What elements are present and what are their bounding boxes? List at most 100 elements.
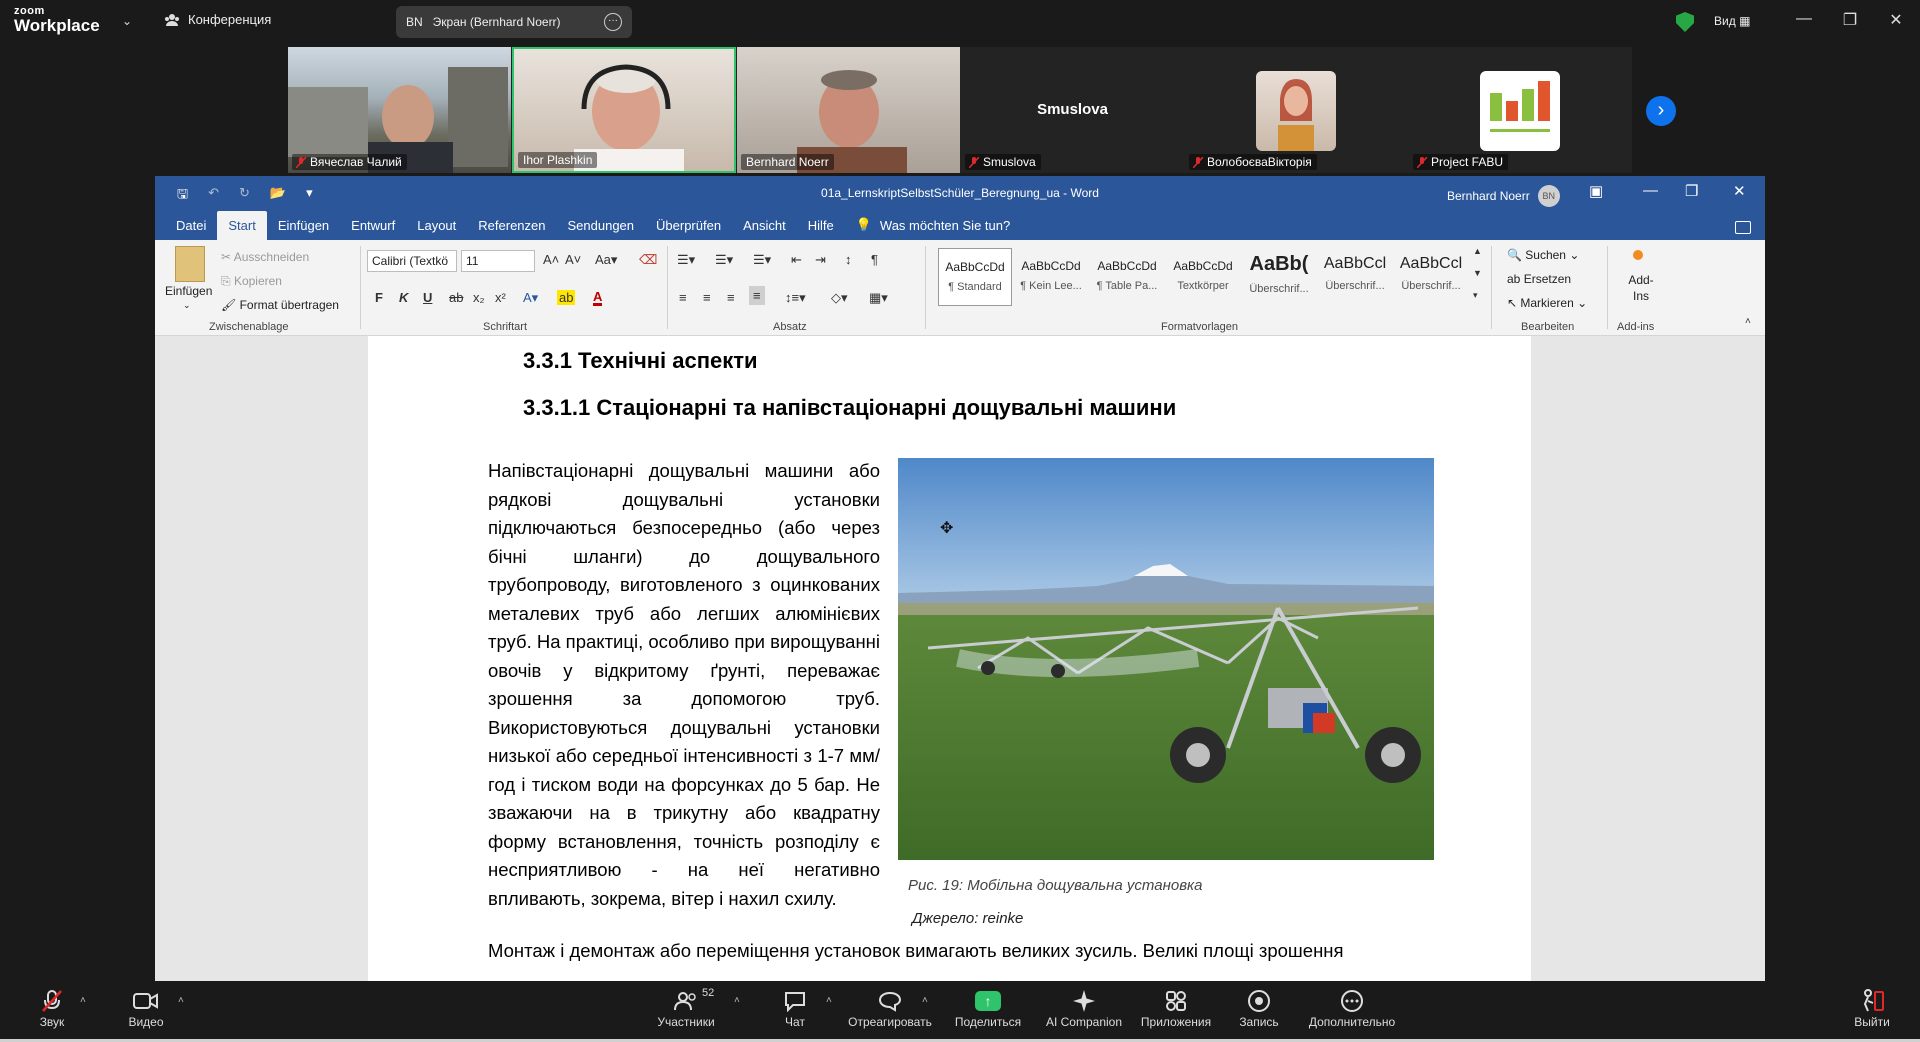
document-page[interactable]: 3.3.1 Технічні аспекти 3.3.1.1 Стаціонар… <box>368 336 1531 981</box>
tab-layout[interactable]: Layout <box>406 218 467 240</box>
superscript-icon[interactable]: x² <box>495 290 506 305</box>
participant-tile[interactable]: Smuslova Smuslova <box>961 47 1184 173</box>
bullets-icon[interactable]: ☰▾ <box>677 252 695 268</box>
addins-button[interactable]: Add-Ins <box>1621 272 1661 304</box>
restore-icon[interactable]: ❐ <box>1838 10 1862 30</box>
video-button[interactable]: Видео <box>124 987 168 1029</box>
minimize-icon[interactable]: — <box>1643 182 1658 199</box>
align-left-icon[interactable]: ≡ <box>679 290 687 305</box>
minimize-icon[interactable]: — <box>1792 10 1816 28</box>
tab-ansicht[interactable]: Ansicht <box>732 218 797 240</box>
apps-button[interactable]: Приложения <box>1136 987 1216 1029</box>
collapse-ribbon-icon[interactable]: ˄ <box>1745 316 1751 327</box>
style-kein-leerraum[interactable]: AaBbCcDd ¶ Kein Lee... <box>1014 248 1088 306</box>
view-button[interactable]: Вид ▦ <box>1714 14 1750 28</box>
styles-scroll-up-icon[interactable]: ▲ <box>1473 246 1482 256</box>
line-spacing-icon[interactable]: ↕≡▾ <box>785 290 806 306</box>
participants-button[interactable]: 52 Участники <box>652 987 720 1029</box>
style-heading-3[interactable]: AaBbCcl Überschrif... <box>1394 248 1468 306</box>
participant-tile[interactable]: Вячеслав Чалий <box>288 47 511 173</box>
format-painter-button[interactable]: 🖌 Format übertragen <box>221 298 339 312</box>
meeting-info-button[interactable]: Конференция <box>164 12 271 27</box>
tab-start[interactable]: Start <box>217 211 267 240</box>
video-options-icon[interactable]: ˄ <box>178 995 184 1006</box>
paste-button[interactable]: Einfügen <box>165 284 212 298</box>
addins-icon[interactable] <box>1633 250 1643 260</box>
numbering-icon[interactable]: ☰▾ <box>715 252 733 268</box>
text-effects-icon[interactable]: A▾ <box>523 290 538 306</box>
find-button[interactable]: 🔍 Suchen ⌄ <box>1507 248 1579 262</box>
decrease-indent-icon[interactable]: ⇤ <box>791 252 802 268</box>
audio-button[interactable]: Звук <box>32 987 72 1029</box>
participants-options-icon[interactable]: ˄ <box>734 995 740 1006</box>
style-table-paragraph[interactable]: AaBbCcDd ¶ Table Pa... <box>1090 248 1164 306</box>
tab-sendungen[interactable]: Sendungen <box>557 218 646 240</box>
ai-companion-button[interactable]: AI Companion <box>1044 987 1124 1029</box>
replace-button[interactable]: ab Ersetzen <box>1507 272 1571 286</box>
chevron-down-icon[interactable]: ⌄ <box>122 14 132 28</box>
tab-hilfe[interactable]: Hilfe <box>797 218 845 240</box>
screen-share-pill[interactable]: BN Экран (Bernhard Noerr) ··· <box>396 6 632 38</box>
bold-button[interactable]: F <box>375 290 383 305</box>
document-area[interactable]: 3.3.1 Технічні аспекти 3.3.1.1 Стаціонар… <box>155 336 1765 981</box>
restore-icon[interactable]: ❐ <box>1685 182 1698 200</box>
styles-scroll-down-icon[interactable]: ▼ <box>1473 268 1482 278</box>
record-button[interactable]: Запись <box>1236 987 1282 1029</box>
font-name-select[interactable]: Calibri (Textkö <box>367 250 457 272</box>
more-options-icon[interactable]: ··· <box>604 13 622 31</box>
highlight-icon[interactable]: ab <box>557 290 576 305</box>
participant-tile[interactable]: Project FABU <box>1409 47 1632 173</box>
react-options-icon[interactable]: ˄ <box>922 995 928 1006</box>
security-shield-icon[interactable] <box>1676 12 1694 32</box>
cut-button[interactable]: ✂ Ausschneiden <box>221 250 309 264</box>
share-button[interactable]: ↑ Поделиться <box>952 987 1024 1029</box>
chat-options-icon[interactable]: ˄ <box>826 995 832 1006</box>
borders-icon[interactable]: ▦▾ <box>869 290 888 306</box>
tab-ueberpruefen[interactable]: Überprüfen <box>645 218 732 240</box>
tab-einfuegen[interactable]: Einfügen <box>267 218 340 240</box>
multilevel-list-icon[interactable]: ☰▾ <box>753 252 771 268</box>
close-icon[interactable]: ✕ <box>1884 10 1908 30</box>
participant-tile[interactable]: ВолобоєваВікторія <box>1185 47 1408 173</box>
comments-icon[interactable] <box>1735 221 1751 234</box>
strikethrough-icon[interactable]: ab <box>449 290 463 305</box>
zoom-logo[interactable]: zoom Workplace <box>14 6 100 35</box>
participant-tile-active[interactable]: Ihor Plashkin <box>512 47 736 173</box>
copy-button[interactable]: ⎘ Kopieren <box>221 274 282 289</box>
style-textkoerper[interactable]: AaBbCcDd Textkörper <box>1166 248 1240 306</box>
clear-formatting-icon[interactable]: ⌫ <box>639 252 657 268</box>
chevron-down-icon[interactable]: ⌄ <box>183 300 191 311</box>
tab-entwurf[interactable]: Entwurf <box>340 218 406 240</box>
close-icon[interactable]: ✕ <box>1733 182 1746 200</box>
tab-referenzen[interactable]: Referenzen <box>467 218 556 240</box>
justify-icon[interactable]: ≡ <box>749 286 765 305</box>
clipboard-icon[interactable] <box>175 246 205 282</box>
style-heading-2[interactable]: AaBbCcl Überschrif... <box>1318 248 1392 306</box>
select-button[interactable]: ↖ Markieren ⌄ <box>1507 296 1587 310</box>
ribbon-display-icon[interactable]: ▣ <box>1589 182 1603 200</box>
tab-datei[interactable]: Datei <box>165 218 217 240</box>
font-color-icon[interactable]: A <box>593 290 603 306</box>
chat-button[interactable]: Чат <box>778 987 812 1029</box>
increase-indent-icon[interactable]: ⇥ <box>815 252 826 268</box>
style-standard[interactable]: AaBbCcDd ¶ Standard <box>938 248 1012 306</box>
align-right-icon[interactable]: ≡ <box>727 290 735 305</box>
gallery-next-button[interactable]: › <box>1646 96 1676 126</box>
subscript-icon[interactable]: x₂ <box>473 290 485 305</box>
shading-icon[interactable]: ◇▾ <box>831 290 848 306</box>
react-button[interactable]: Отреагировать <box>846 987 934 1029</box>
change-case-icon[interactable]: Aa▾ <box>595 252 617 268</box>
underline-button[interactable]: U <box>423 290 432 305</box>
more-button[interactable]: Дополнительно <box>1304 987 1400 1029</box>
leave-button[interactable]: Выйти <box>1852 987 1892 1029</box>
show-formatting-icon[interactable]: ¶ <box>871 252 878 267</box>
participant-tile[interactable]: Bernhard Noerr <box>737 47 960 173</box>
style-heading-1[interactable]: AaBb(Überschrif... <box>1242 248 1316 306</box>
styles-more-icon[interactable]: ▾ <box>1473 290 1478 301</box>
sort-icon[interactable]: ↕ <box>845 252 852 267</box>
italic-button[interactable]: K <box>399 290 408 305</box>
font-size-select[interactable]: 11 <box>461 250 535 272</box>
irrigation-machine-image[interactable]: ✥ <box>898 458 1434 860</box>
shrink-font-icon[interactable]: A˅ <box>565 252 581 267</box>
audio-options-icon[interactable]: ˄ <box>80 995 86 1006</box>
